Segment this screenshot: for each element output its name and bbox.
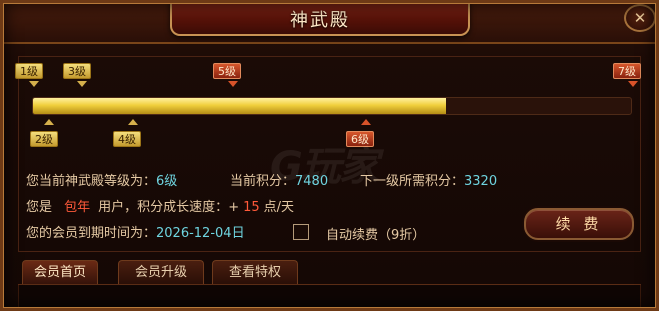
shenwudian-window: 神武殿 ✕ 1级 3级 5级 7级 2级 4级 6级 G玩家 您当前神武殿等级为… [0, 0, 659, 311]
window-frame [0, 0, 659, 311]
